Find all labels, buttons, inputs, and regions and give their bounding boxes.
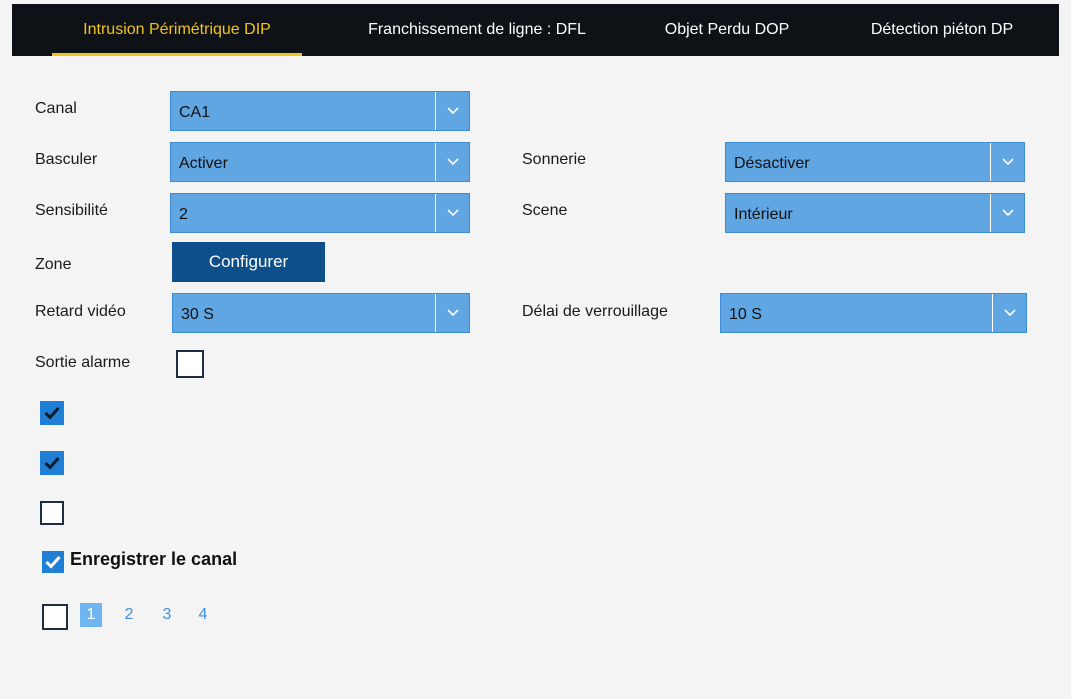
zone-label: Zone: [35, 256, 72, 273]
page-2[interactable]: 2: [118, 603, 140, 627]
sortie-alarme-label: Sortie alarme: [35, 354, 131, 371]
retard-video-label: Retard vidéo: [35, 303, 126, 320]
scene-select[interactable]: Intérieur: [725, 193, 1025, 233]
basculer-select[interactable]: Activer: [170, 142, 470, 182]
scene-label: Scene: [522, 202, 568, 219]
enregistrer-canal-label: Enregistrer le canal: [70, 549, 238, 569]
tab-intrusion-perimetrique[interactable]: Intrusion Périmétrique DIP: [52, 4, 302, 56]
basculer-select-value: Activer: [179, 155, 228, 172]
canal-select[interactable]: CA1: [170, 91, 470, 131]
checkmark-icon: [45, 555, 61, 569]
tab-objet-perdu[interactable]: Objet Perdu DOP: [647, 4, 807, 56]
retard-video-select-value: 30 S: [181, 306, 214, 323]
chevron-down-icon[interactable]: [990, 143, 1024, 181]
chevron-down-icon[interactable]: [435, 143, 469, 181]
scene-select-value: Intérieur: [734, 206, 793, 223]
option-checkbox-2[interactable]: [40, 451, 64, 475]
tab-franchissement-ligne[interactable]: Franchissement de ligne : DFL: [332, 4, 622, 56]
canal-label: Canal: [35, 100, 77, 117]
tab-bar: Intrusion Périmétrique DIP Franchissemen…: [12, 4, 1059, 56]
chevron-down-icon[interactable]: [435, 294, 469, 332]
checkmark-icon: [44, 456, 60, 470]
sonnerie-select-value: Désactiver: [734, 155, 810, 172]
chevron-down-icon[interactable]: [435, 92, 469, 130]
tab-detection-pieton[interactable]: Détection piéton DP: [842, 4, 1042, 56]
enregistrer-canal-checkbox[interactable]: [42, 551, 64, 573]
page-1[interactable]: 1: [80, 603, 102, 627]
chevron-down-icon[interactable]: [990, 194, 1024, 232]
retard-video-select[interactable]: 30 S: [172, 293, 470, 333]
sensibilite-label: Sensibilité: [35, 202, 108, 219]
option-checkbox-3[interactable]: [40, 501, 64, 525]
option-checkbox-1[interactable]: [40, 401, 64, 425]
chevron-down-icon[interactable]: [992, 294, 1026, 332]
basculer-label: Basculer: [35, 151, 98, 168]
delai-verrouillage-select-value: 10 S: [729, 306, 762, 323]
configurer-button[interactable]: Configurer: [172, 242, 325, 282]
canal-select-value: CA1: [179, 104, 211, 121]
sonnerie-label: Sonnerie: [522, 151, 587, 168]
sensibilite-select[interactable]: 2: [170, 193, 470, 233]
page-4[interactable]: 4: [192, 603, 214, 627]
page-3[interactable]: 3: [156, 603, 178, 627]
chevron-down-icon[interactable]: [435, 194, 469, 232]
delai-verrouillage-select[interactable]: 10 S: [720, 293, 1027, 333]
sensibilite-select-value: 2: [179, 206, 188, 223]
delai-verrouillage-label: Délai de verrouillage: [522, 303, 668, 320]
sortie-alarme-checkbox[interactable]: [176, 350, 204, 378]
select-all-checkbox[interactable]: [42, 604, 68, 630]
checkmark-icon: [44, 406, 60, 420]
sonnerie-select[interactable]: Désactiver: [725, 142, 1025, 182]
